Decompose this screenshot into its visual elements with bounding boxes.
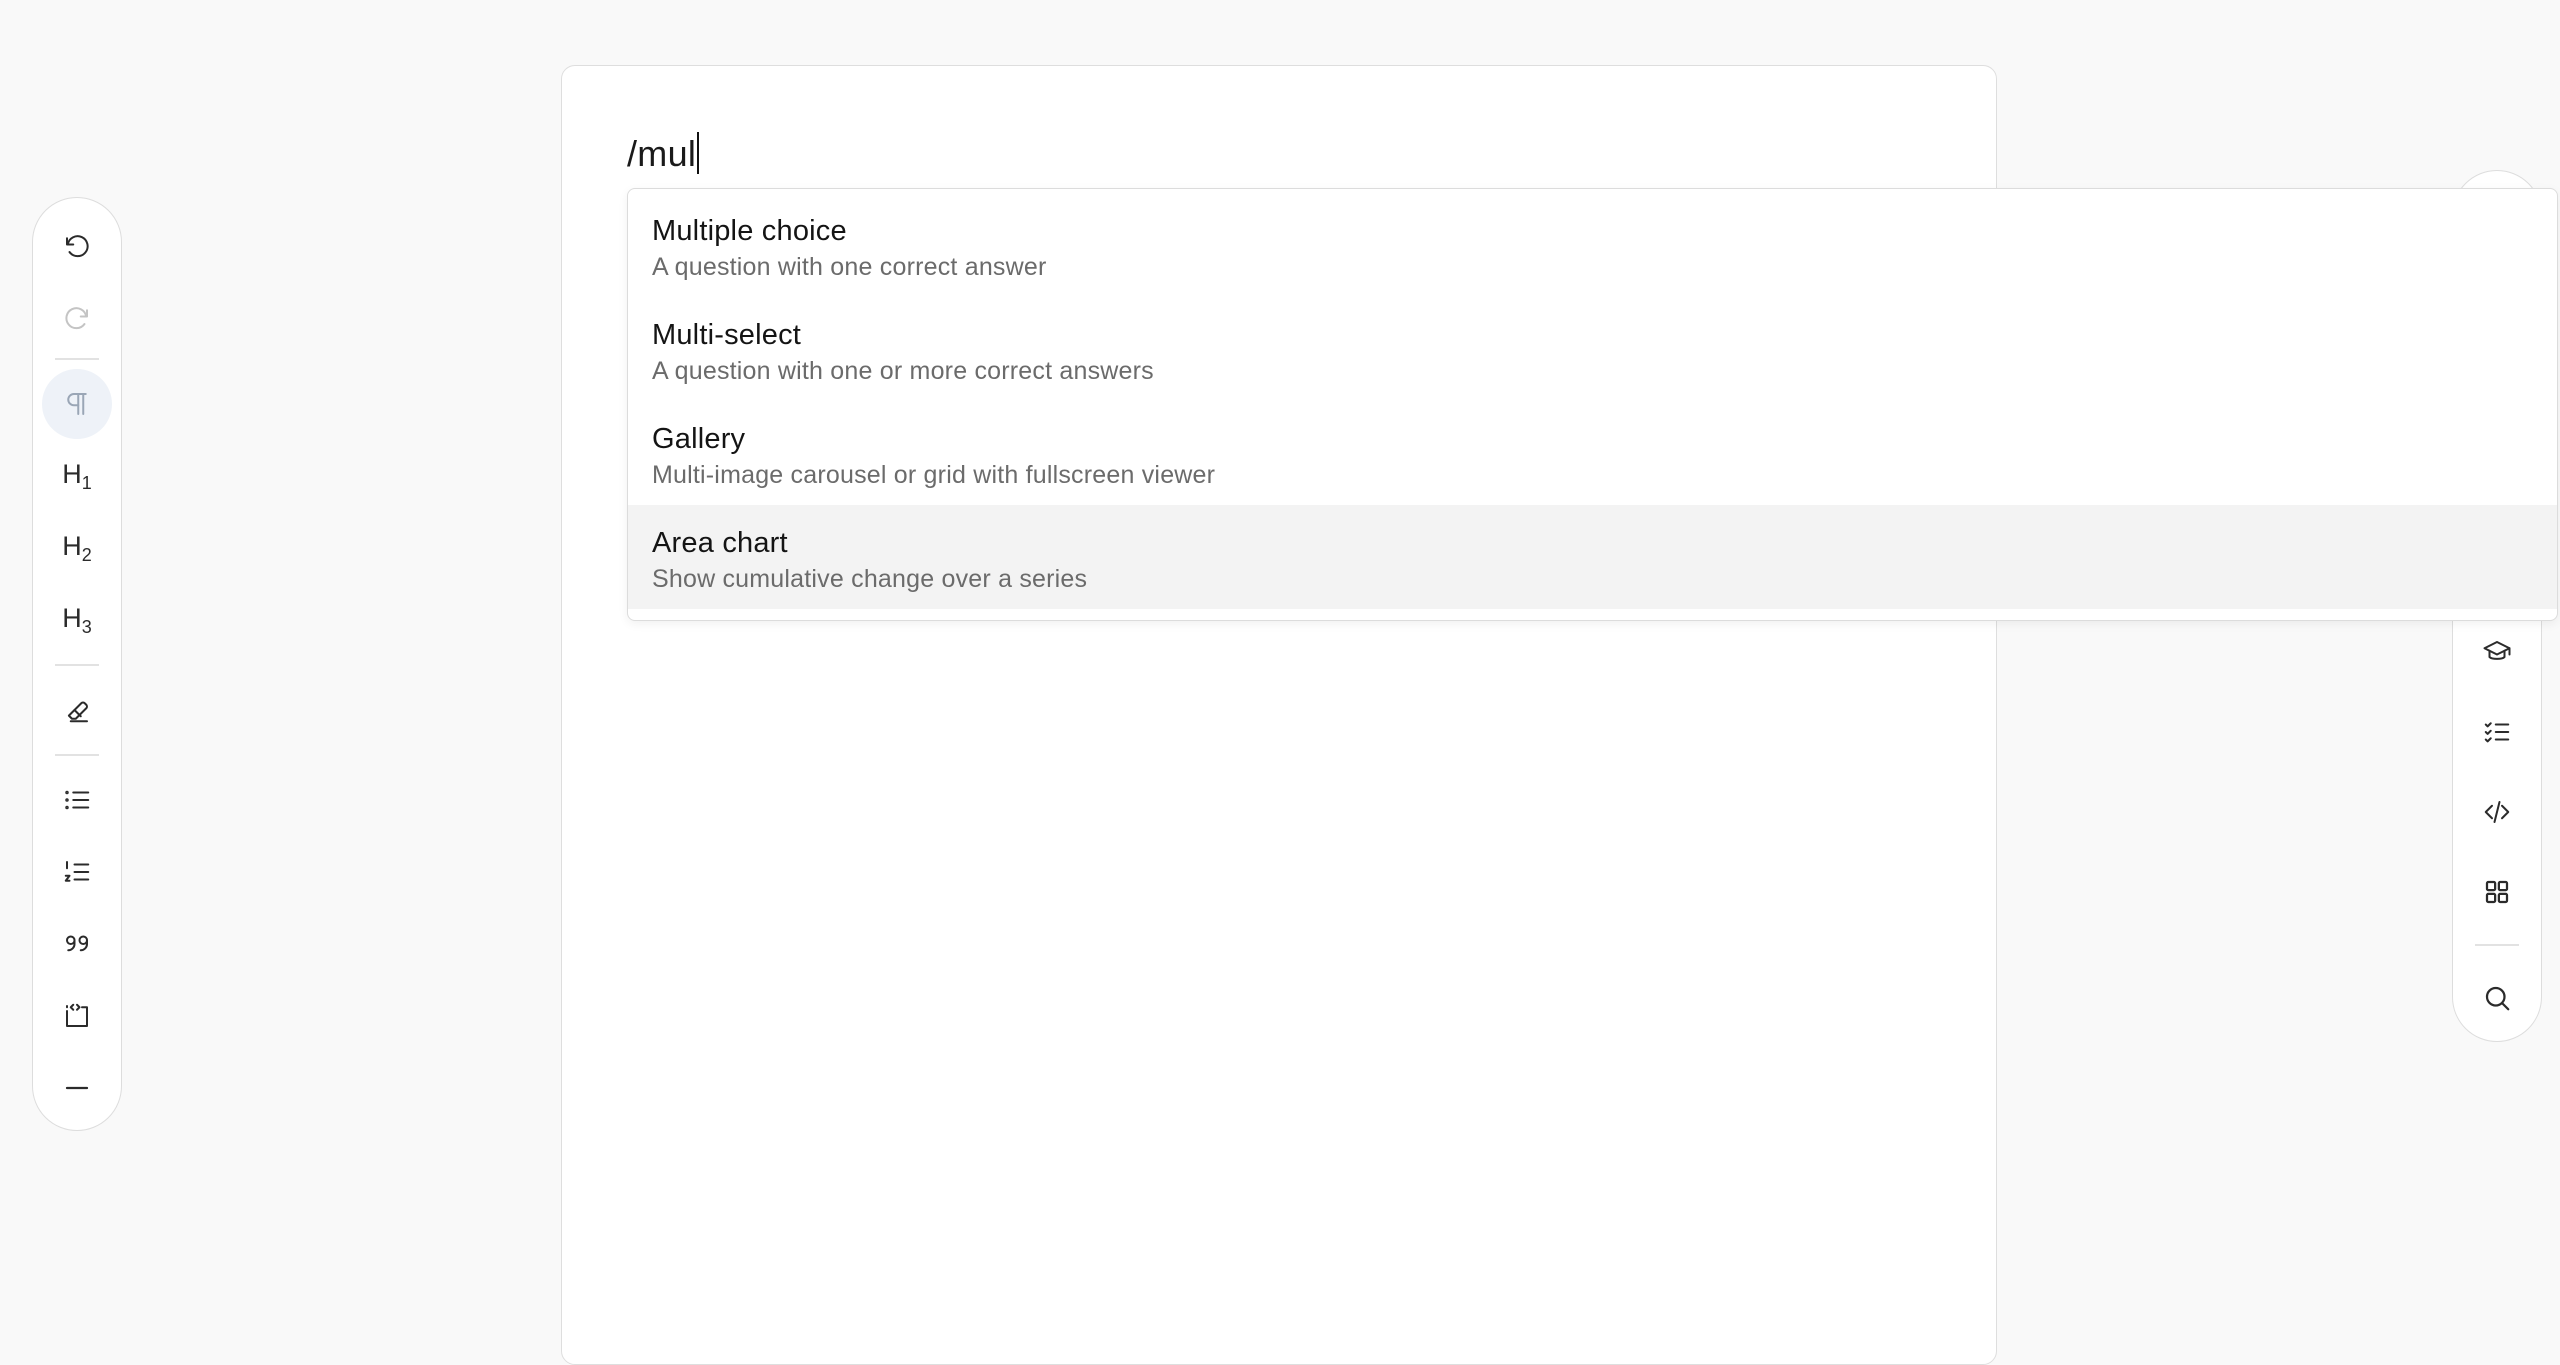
bullet-list-button[interactable] <box>42 765 112 835</box>
undo-icon <box>66 235 89 258</box>
heading-3-icon: H3 <box>62 602 92 637</box>
menu-item-area-chart[interactable]: Area chart Show cumulative change over a… <box>628 505 2557 609</box>
heading-1-icon: H1 <box>62 458 92 493</box>
formatting-toolbar: H1 H2 H3 <box>32 197 122 1131</box>
graduation-cap-icon <box>2483 641 2511 660</box>
search-icon <box>2485 986 2510 1011</box>
blockquote-button[interactable] <box>42 909 112 979</box>
blocks-button[interactable] <box>2462 857 2532 927</box>
search-button[interactable] <box>2462 963 2532 1033</box>
clear-formatting-button[interactable] <box>42 675 112 745</box>
eraser-icon <box>67 701 88 723</box>
typed-text: /mul <box>627 133 697 174</box>
menu-item-gallery[interactable]: Gallery Multi-image carousel or grid wit… <box>628 401 2557 505</box>
text-caret <box>697 132 700 174</box>
heading-2-icon: H2 <box>62 530 92 565</box>
code-icon <box>2484 801 2510 823</box>
checklist-icon <box>2484 722 2510 743</box>
grid-icon <box>2485 880 2509 904</box>
heading-2-button[interactable]: H2 <box>42 513 112 583</box>
toolbar-divider <box>55 754 99 756</box>
embed-code-button[interactable] <box>2462 777 2532 847</box>
editor-content[interactable]: /mul <box>627 132 700 176</box>
numbered-list-button[interactable] <box>42 837 112 907</box>
heading-1-button[interactable]: H1 <box>42 441 112 511</box>
menu-item-title: Gallery <box>652 423 746 455</box>
horizontal-rule-icon <box>65 1086 89 1090</box>
menu-item-description: A question with one or more correct answ… <box>652 357 1154 385</box>
horizontal-rule-button[interactable] <box>42 1053 112 1123</box>
menu-item-title: Area chart <box>652 527 788 559</box>
redo-button[interactable] <box>42 284 112 354</box>
code-block-button[interactable] <box>42 981 112 1051</box>
menu-item-multi-select[interactable]: Multi-select A question with one or more… <box>628 297 2557 401</box>
toolbar-divider <box>55 664 99 666</box>
menu-item-multiple-choice[interactable]: Multiple choice A question with one corr… <box>628 193 2557 297</box>
quiz-button[interactable] <box>2462 617 2532 687</box>
toolbar-divider <box>2475 944 2519 946</box>
heading-3-button[interactable]: H3 <box>42 585 112 655</box>
menu-item-title: Multiple choice <box>652 215 847 247</box>
bullet-list-icon <box>65 790 90 810</box>
slash-command-menu: Multiple choice A question with one corr… <box>627 188 2558 621</box>
checklist-button[interactable] <box>2462 697 2532 767</box>
undo-button[interactable] <box>42 212 112 282</box>
toolbar-divider <box>55 358 99 360</box>
quote-icon <box>66 935 88 952</box>
menu-item-description: Multi-image carousel or grid with fullsc… <box>652 461 1216 489</box>
menu-item-title: Multi-select <box>652 319 802 351</box>
code-block-icon <box>66 1003 88 1027</box>
paragraph-icon <box>67 393 87 415</box>
paragraph-button[interactable] <box>42 369 112 439</box>
menu-item-description: A question with one correct answer <box>652 253 1047 281</box>
menu-item-description: Show cumulative change over a series <box>652 565 1088 593</box>
redo-icon <box>65 307 88 330</box>
numbered-list-icon <box>64 861 90 882</box>
